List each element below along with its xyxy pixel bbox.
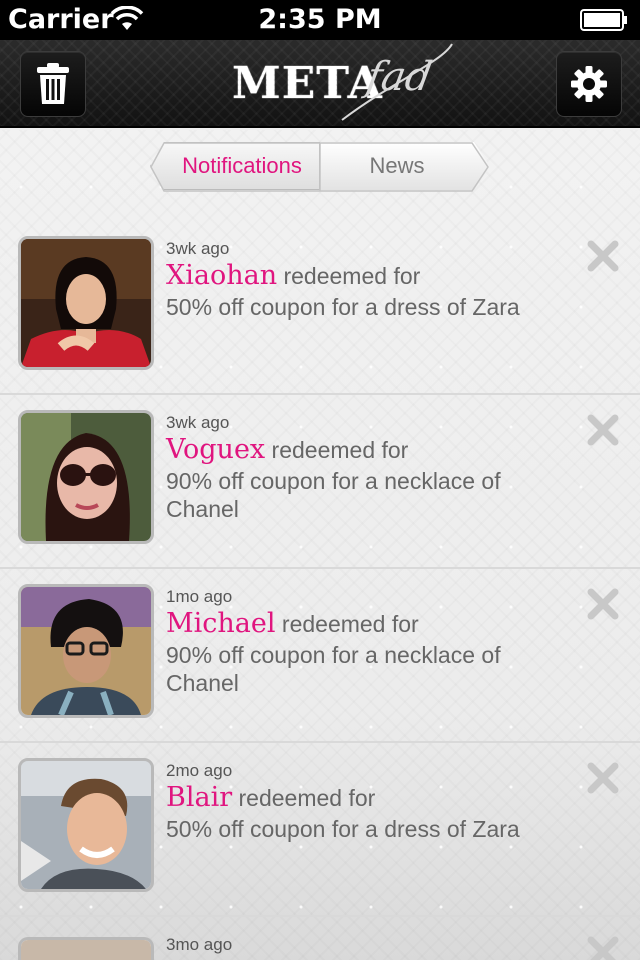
trash-button[interactable] (20, 51, 86, 117)
list-item[interactable]: 1mo ago Michael redeemed for 90% off cou… (0, 567, 640, 741)
avatar (18, 584, 154, 718)
gear-icon (571, 66, 607, 102)
notification-list: 3wk ago Xiaohan redeemed for 50% off cou… (0, 221, 640, 960)
avatar (18, 236, 154, 370)
status-bar: Carrier 2:35 PM (0, 0, 640, 40)
avatar (18, 410, 154, 544)
list-item[interactable]: 3mo ago (0, 915, 640, 960)
avatar (18, 758, 154, 892)
list-item[interactable]: 3wk ago Voguex redeemed for 90% off coup… (0, 393, 640, 567)
delete-icon[interactable] (586, 413, 620, 447)
settings-button[interactable] (556, 51, 622, 117)
notification-time: 2mo ago (166, 761, 233, 780)
user-name[interactable]: Blair (166, 782, 232, 813)
avatar (18, 937, 154, 960)
action-text: redeemed for (271, 437, 409, 463)
notification-description: 50% off coupon for a dress of Zara (166, 294, 520, 320)
notification-description: 90% off coupon for a necklace of Chanel (166, 468, 501, 522)
trash-icon (37, 63, 69, 104)
notification-description: 90% off coupon for a necklace of Chanel (166, 642, 501, 696)
notification-description: 50% off coupon for a dress of Zara (166, 816, 520, 842)
user-name[interactable]: Voguex (166, 434, 265, 465)
logo-swoosh (341, 43, 453, 121)
navigation-bar: META fad (0, 40, 640, 128)
notification-headline: Blair redeemed for (166, 783, 566, 813)
user-name[interactable]: Michael (166, 608, 276, 639)
battery-icon (580, 9, 627, 31)
tab-news[interactable]: News (320, 142, 490, 190)
user-name[interactable]: Xiaohan (166, 260, 277, 291)
action-text: redeemed for (283, 263, 421, 289)
tab-notifications[interactable]: Notifications (150, 142, 320, 190)
action-text: redeemed for (281, 611, 419, 637)
list-item[interactable]: 3wk ago Xiaohan redeemed for 50% off cou… (0, 221, 640, 393)
app-logo: META fad (232, 43, 462, 121)
notification-headline: Michael redeemed for (166, 609, 566, 639)
action-text: redeemed for (238, 785, 376, 811)
notification-time: 3wk ago (166, 413, 230, 432)
list-item[interactable]: 2mo ago Blair redeemed for 50% off coupo… (0, 741, 640, 915)
content-area: Notifications News 3wk ago Xiaohan redee… (0, 130, 640, 960)
segmented-control: Notifications News (150, 142, 490, 192)
notification-time: 1mo ago (166, 587, 233, 606)
status-time: 2:35 PM (258, 4, 382, 35)
delete-icon[interactable] (586, 935, 620, 960)
notification-time: 3wk ago (166, 239, 230, 258)
delete-icon[interactable] (586, 239, 620, 273)
notification-time: 3mo ago (166, 935, 233, 954)
notification-headline: Voguex redeemed for (166, 435, 566, 465)
notification-headline: Xiaohan redeemed for (166, 261, 566, 291)
delete-icon[interactable] (586, 761, 620, 795)
delete-icon[interactable] (586, 587, 620, 621)
